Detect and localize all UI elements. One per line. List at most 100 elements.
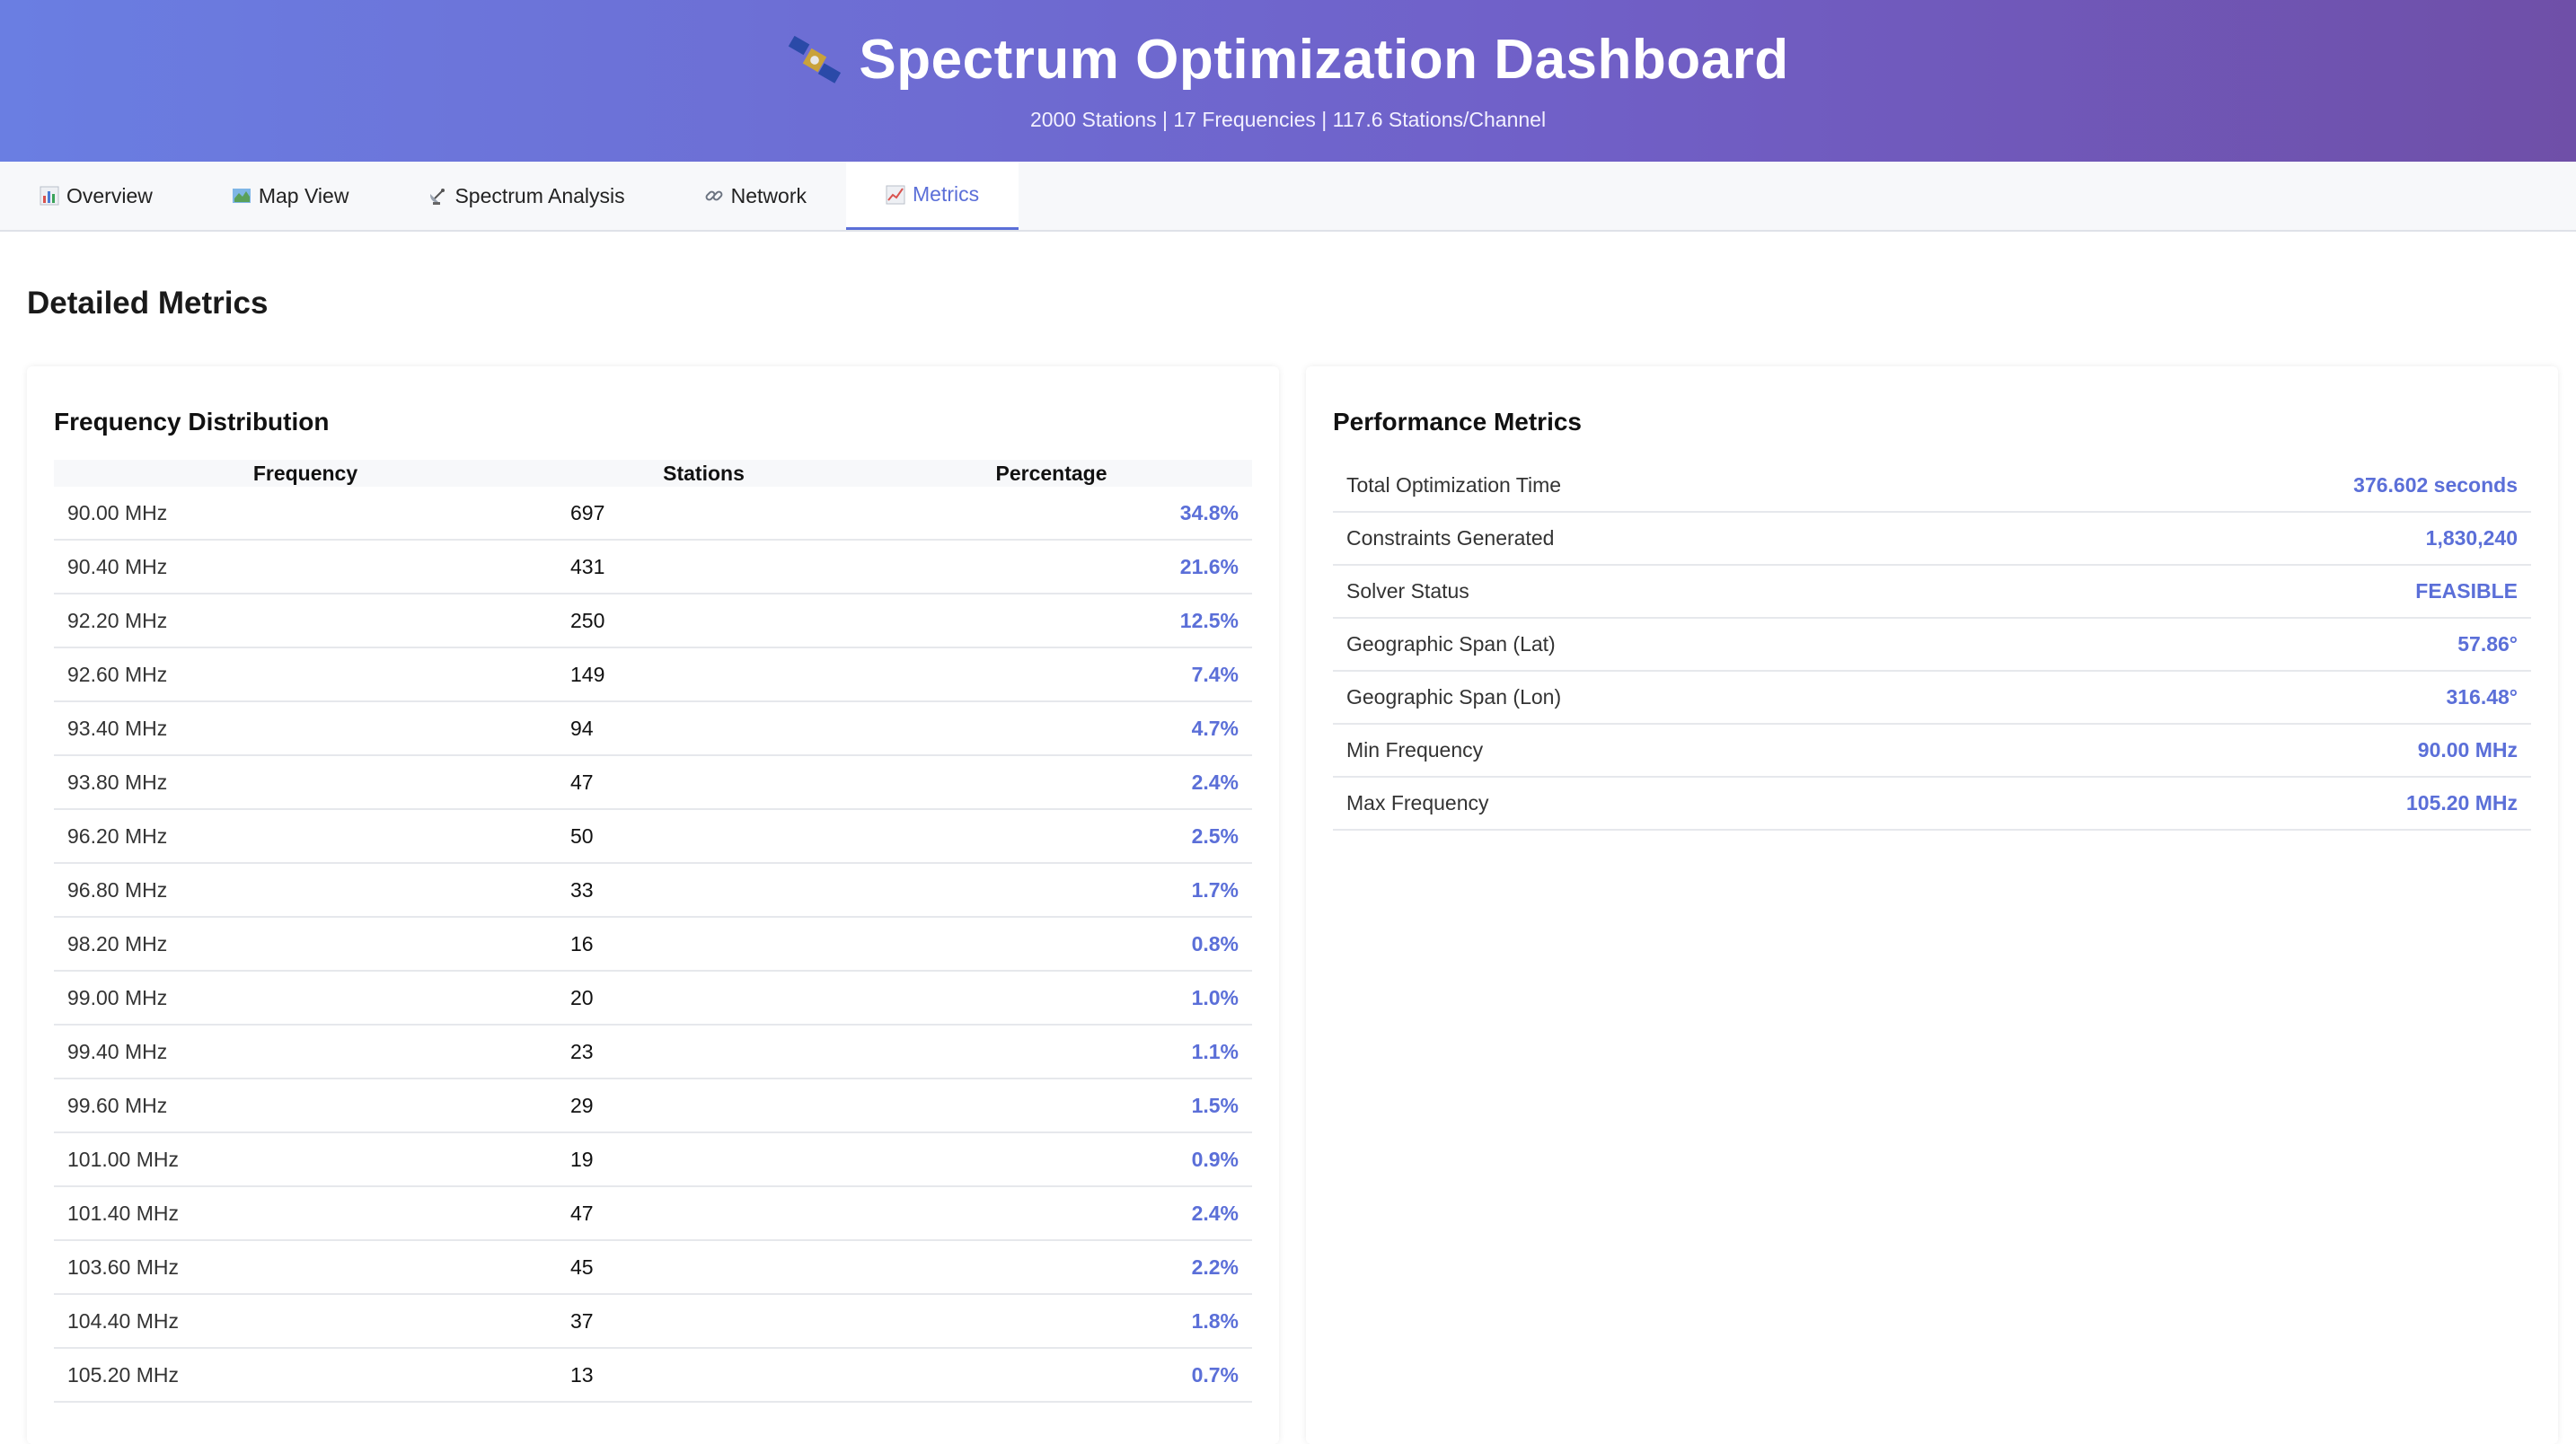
page-title: Detailed Metrics <box>27 286 269 321</box>
metric-label: Total Optimization Time <box>1346 473 1562 497</box>
bar-chart-icon <box>40 186 59 206</box>
metric-row: Geographic Span (Lon) 316.48° <box>1333 672 2531 725</box>
frequency-cell: 103.60 MHz <box>54 1240 557 1295</box>
percentage-cell: 1.1% <box>851 1025 1252 1079</box>
table-row: 96.80 MHz 33 1.7% <box>54 863 1252 918</box>
stations-cell: 37 <box>557 1294 851 1349</box>
tab-map-view-label: Map View <box>258 183 349 207</box>
frequency-cell: 99.60 MHz <box>54 1079 557 1133</box>
frequency-table: Frequency Stations Percentage 90.00 MHz 6… <box>54 460 1252 1403</box>
stations-cell: 94 <box>557 701 851 756</box>
stations-cell: 19 <box>557 1132 851 1187</box>
stations-cell: 50 <box>557 809 851 864</box>
tab-metrics-label: Metrics <box>913 182 980 206</box>
table-row: 104.40 MHz 37 1.8% <box>54 1294 1252 1349</box>
column-header-stations: Stations <box>557 460 851 487</box>
metric-label: Geographic Span (Lon) <box>1346 685 1562 709</box>
satellite-icon <box>789 35 842 84</box>
frequency-distribution-card: Frequency Distribution Frequency Station… <box>27 366 1279 1444</box>
table-row: 90.40 MHz 431 21.6% <box>54 540 1252 594</box>
table-row: 90.00 MHz 697 34.8% <box>54 487 1252 541</box>
tab-metrics[interactable]: Metrics <box>846 162 1019 230</box>
tab-spectrum-analysis-label: Spectrum Analysis <box>454 183 625 207</box>
metric-row: Max Frequency 105.20 MHz <box>1333 778 2531 831</box>
metric-value: 316.48° <box>2446 685 2518 709</box>
table-row: 96.20 MHz 50 2.5% <box>54 809 1252 864</box>
table-row: 93.40 MHz 94 4.7% <box>54 701 1252 756</box>
tab-bar: Overview Map View Spectrum Analysis Netw… <box>0 162 2576 232</box>
metric-value: FEASIBLE <box>2415 579 2518 603</box>
metric-value: 376.602 seconds <box>2353 473 2518 497</box>
tab-overview-label: Overview <box>66 183 153 207</box>
stations-cell: 23 <box>557 1025 851 1079</box>
percentage-cell: 1.7% <box>851 863 1252 918</box>
metric-value: 1,830,240 <box>2425 526 2518 550</box>
table-row: 99.60 MHz 29 1.5% <box>54 1079 1252 1133</box>
table-row: 92.60 MHz 149 7.4% <box>54 647 1252 702</box>
metric-row: Constraints Generated 1,830,240 <box>1333 513 2531 566</box>
metric-label: Max Frequency <box>1346 791 1489 814</box>
percentage-cell: 21.6% <box>851 540 1252 594</box>
frequency-cell: 105.20 MHz <box>54 1348 557 1403</box>
metric-value: 105.20 MHz <box>2405 791 2518 814</box>
dashboard-header: Spectrum Optimization Dashboard 2000 Sta… <box>0 0 2576 162</box>
tab-map-view[interactable]: Map View <box>192 162 389 230</box>
metric-row: Min Frequency 90.00 MHz <box>1333 725 2531 778</box>
frequency-cell: 96.20 MHz <box>54 809 557 864</box>
metric-label: Solver Status <box>1346 579 1469 603</box>
frequency-cell: 101.00 MHz <box>54 1132 557 1187</box>
frequency-cell: 101.40 MHz <box>54 1186 557 1241</box>
tab-overview[interactable]: Overview <box>0 162 192 230</box>
dashboard-subtitle: 2000 Stations | 17 Frequencies | 117.6 S… <box>1029 108 1547 131</box>
stations-cell: 45 <box>557 1240 851 1295</box>
table-row: 98.20 MHz 16 0.8% <box>54 917 1252 972</box>
percentage-cell: 1.8% <box>851 1294 1252 1349</box>
tab-network-label: Network <box>730 183 807 207</box>
frequency-cell: 92.60 MHz <box>54 647 557 702</box>
satellite-dish-icon <box>430 189 446 205</box>
link-icon <box>705 190 723 201</box>
stations-cell: 20 <box>557 971 851 1026</box>
stations-cell: 47 <box>557 1186 851 1241</box>
percentage-cell: 4.7% <box>851 701 1252 756</box>
tab-spectrum-analysis[interactable]: Spectrum Analysis <box>388 162 664 230</box>
frequency-cell: 90.40 MHz <box>54 540 557 594</box>
frequency-cell: 96.80 MHz <box>54 863 557 918</box>
frequency-cell: 99.40 MHz <box>54 1025 557 1079</box>
stations-cell: 47 <box>557 755 851 810</box>
performance-metrics-list: Total Optimization Time 376.602 seconds Co… <box>1333 460 2531 831</box>
table-header-row: Frequency Stations Percentage <box>54 460 1252 487</box>
performance-metrics-title: Performance Metrics <box>1333 408 1583 436</box>
table-row: 101.40 MHz 47 2.4% <box>54 1186 1252 1241</box>
frequency-cell: 104.40 MHz <box>54 1294 557 1349</box>
percentage-cell: 1.0% <box>851 971 1252 1026</box>
stations-cell: 250 <box>557 594 851 648</box>
stations-cell: 697 <box>557 487 851 541</box>
table-row: 92.20 MHz 250 12.5% <box>54 594 1252 648</box>
stations-cell: 33 <box>557 863 851 918</box>
metric-row: Geographic Span (Lat) 57.86° <box>1333 619 2531 672</box>
table-row: 99.00 MHz 20 1.0% <box>54 971 1252 1026</box>
stations-cell: 16 <box>557 917 851 972</box>
percentage-cell: 0.7% <box>851 1348 1252 1403</box>
metric-label: Geographic Span (Lat) <box>1346 632 1556 656</box>
metric-row: Total Optimization Time 376.602 seconds <box>1333 460 2531 513</box>
frequency-cell: 93.40 MHz <box>54 701 557 756</box>
frequency-cell: 92.20 MHz <box>54 594 557 648</box>
table-row: 101.00 MHz 19 0.9% <box>54 1132 1252 1187</box>
performance-metrics-card: Performance Metrics Total Optimization T… <box>1306 366 2558 1444</box>
column-header-percentage: Percentage <box>851 460 1252 487</box>
tab-network[interactable]: Network <box>665 162 846 230</box>
percentage-cell: 0.9% <box>851 1132 1252 1187</box>
percentage-cell: 0.8% <box>851 917 1252 972</box>
percentage-cell: 2.4% <box>851 1186 1252 1241</box>
percentage-cell: 1.5% <box>851 1079 1252 1133</box>
frequency-cell: 90.00 MHz <box>54 487 557 541</box>
map-icon <box>232 189 251 203</box>
percentage-cell: 2.5% <box>851 809 1252 864</box>
percentage-cell: 7.4% <box>851 647 1252 702</box>
frequency-table-body: 90.00 MHz 697 34.8% 90.40 MHz 431 21.6% 92.20 … <box>54 487 1252 1403</box>
table-row: 93.80 MHz 47 2.4% <box>54 755 1252 810</box>
percentage-cell: 2.4% <box>851 755 1252 810</box>
frequency-distribution-title: Frequency Distribution <box>54 408 330 436</box>
